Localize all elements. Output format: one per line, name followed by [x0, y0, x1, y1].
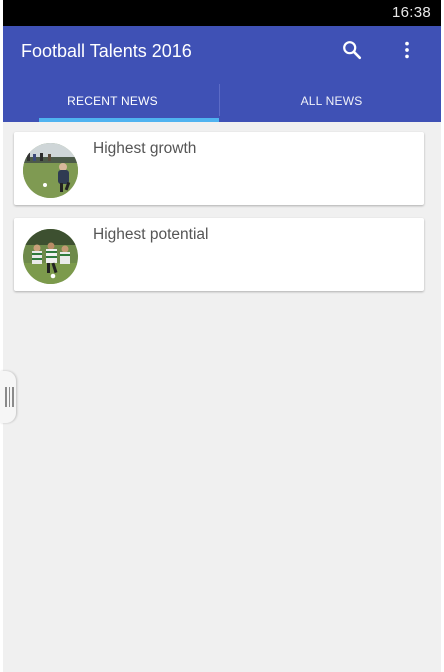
search-icon: [343, 41, 362, 60]
search-button[interactable]: [336, 34, 368, 66]
news-title: Highest growth: [93, 140, 197, 157]
app-bar: Football Talents 2016 RECENT NEWS ALL NE…: [3, 26, 441, 122]
tab-bar: RECENT NEWS ALL NEWS: [3, 80, 441, 122]
handle-grip-line: [8, 387, 10, 407]
status-time: 16:38: [391, 4, 431, 21]
handle-grip-line: [5, 387, 7, 407]
tab-all-news[interactable]: ALL NEWS: [222, 80, 441, 122]
news-card-highest-potential[interactable]: Highest potential: [14, 218, 424, 291]
handle-grip-line: [12, 387, 14, 407]
app-title: Football Talents 2016: [21, 41, 192, 61]
news-thumbnail: [23, 143, 78, 198]
tab-recent-news[interactable]: RECENT NEWS: [3, 80, 222, 122]
more-options-button[interactable]: [391, 34, 423, 66]
app-screen: 16:38 Football Talents 2016 RECENT NEWS …: [3, 0, 441, 672]
news-thumbnail: [23, 229, 78, 284]
tab-indicator: [39, 118, 219, 122]
drawer-handle[interactable]: [0, 371, 16, 423]
news-card-highest-growth[interactable]: Highest growth: [14, 132, 424, 205]
status-bar: 16:38: [3, 0, 441, 26]
news-title: Highest potential: [93, 226, 209, 243]
tab-recent-news-label: RECENT NEWS: [67, 94, 158, 108]
tab-all-news-label: ALL NEWS: [300, 94, 363, 108]
tab-divider: [219, 84, 220, 116]
more-vert-icon: [405, 41, 409, 59]
